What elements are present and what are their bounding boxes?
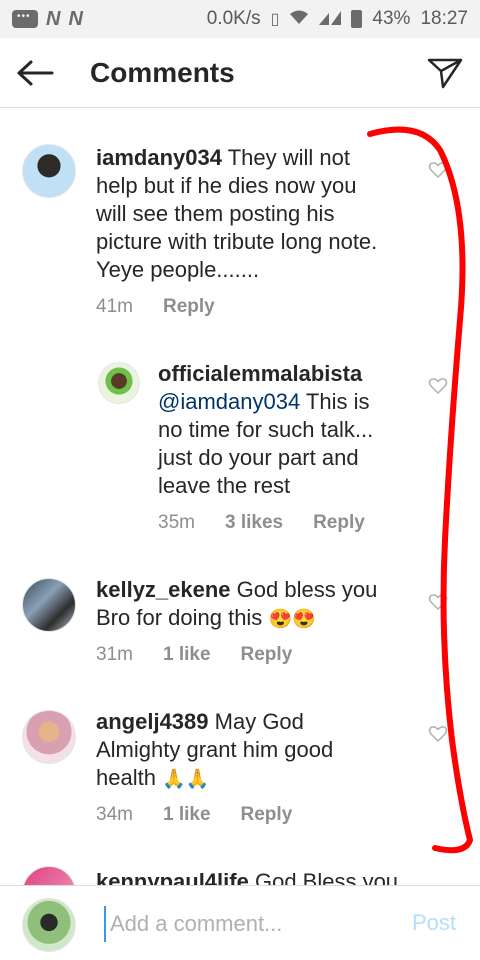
comment-composer: Post bbox=[0, 885, 480, 960]
arrow-left-icon bbox=[17, 60, 54, 85]
comment-time: 31m bbox=[96, 644, 133, 665]
comment-time: 41m bbox=[96, 296, 133, 317]
avatar[interactable] bbox=[22, 866, 76, 885]
comment-text-line: They will not bbox=[227, 145, 350, 170]
current-user-avatar bbox=[22, 898, 76, 952]
comment-username[interactable]: angelj4389 bbox=[96, 709, 209, 734]
comment-username[interactable]: officialemmalabista bbox=[158, 360, 428, 388]
comment-text: help but if he dies now you will see the… bbox=[96, 173, 378, 282]
comment-meta: 35m 3 likes Reply bbox=[158, 512, 365, 534]
vibrate-icon: ▯ bbox=[270, 11, 280, 28]
comment-username[interactable]: kennypaul4life bbox=[96, 869, 249, 885]
comment-meta: 34m 1 like Reply bbox=[96, 804, 292, 826]
comment-text: officialemmalabista @iamdany034 This is … bbox=[158, 360, 428, 500]
comment-meta: 31m 1 like Reply bbox=[96, 644, 292, 666]
comment-time: 35m bbox=[158, 512, 195, 533]
signal-icon bbox=[319, 9, 342, 30]
comments-header: Comments bbox=[0, 38, 480, 108]
battery-icon bbox=[351, 10, 363, 28]
comments-list[interactable]: iamdany034 They will not help but if he … bbox=[0, 108, 480, 885]
notification-n-icon: N bbox=[46, 7, 61, 30]
battery-level: 43% bbox=[372, 8, 411, 29]
comment-text: angelj4389 May God Almighty grant him go… bbox=[96, 709, 334, 790]
paper-plane-icon bbox=[427, 58, 463, 89]
network-speed: 0.0K/s bbox=[206, 8, 261, 29]
likes-count[interactable]: 1 like bbox=[163, 644, 211, 666]
reply-button[interactable]: Reply bbox=[241, 644, 293, 666]
direct-message-button[interactable] bbox=[424, 52, 466, 94]
notification-n-icon: N bbox=[68, 7, 83, 30]
wifi-icon bbox=[289, 9, 309, 30]
heart-icon[interactable] bbox=[428, 724, 448, 744]
avatar[interactable] bbox=[22, 710, 76, 764]
avatar[interactable] bbox=[22, 578, 76, 632]
heart-icon[interactable] bbox=[428, 160, 448, 180]
likes-count[interactable]: 3 likes bbox=[225, 512, 283, 534]
comment-text: kennypaul4life God Bless you bbox=[96, 868, 426, 885]
avatar[interactable] bbox=[98, 362, 140, 404]
comment-time: 34m bbox=[96, 804, 133, 825]
heart-eyes-emoji: 😍😍 bbox=[268, 609, 316, 630]
reply-button[interactable]: Reply bbox=[163, 296, 215, 318]
reply-button[interactable]: Reply bbox=[313, 512, 365, 534]
comment-text: kellyz_ekene God bless you Bro for doing… bbox=[96, 577, 378, 630]
post-button[interactable]: Post bbox=[412, 910, 456, 936]
status-bar: N N 0.0K/s ▯ 43% 18:27 bbox=[0, 0, 480, 38]
page-title: Comments bbox=[90, 56, 235, 88]
heart-icon[interactable] bbox=[428, 592, 448, 612]
avatar[interactable] bbox=[22, 144, 76, 198]
chat-notification-icon bbox=[12, 10, 38, 28]
praying-hands-emoji: 🙏🙏 bbox=[162, 769, 210, 790]
comment-input[interactable] bbox=[104, 906, 384, 942]
mention-link[interactable]: @iamdany034 bbox=[158, 389, 300, 414]
comment-username[interactable]: iamdany034 bbox=[96, 145, 222, 170]
back-button[interactable] bbox=[0, 38, 70, 108]
comment-username[interactable]: kellyz_ekene bbox=[96, 577, 231, 602]
comment-meta: 41m Reply bbox=[96, 296, 215, 318]
reply-button[interactable]: Reply bbox=[241, 804, 293, 826]
heart-icon[interactable] bbox=[428, 376, 448, 396]
likes-count[interactable]: 1 like bbox=[163, 804, 211, 826]
clock: 18:27 bbox=[420, 8, 468, 29]
